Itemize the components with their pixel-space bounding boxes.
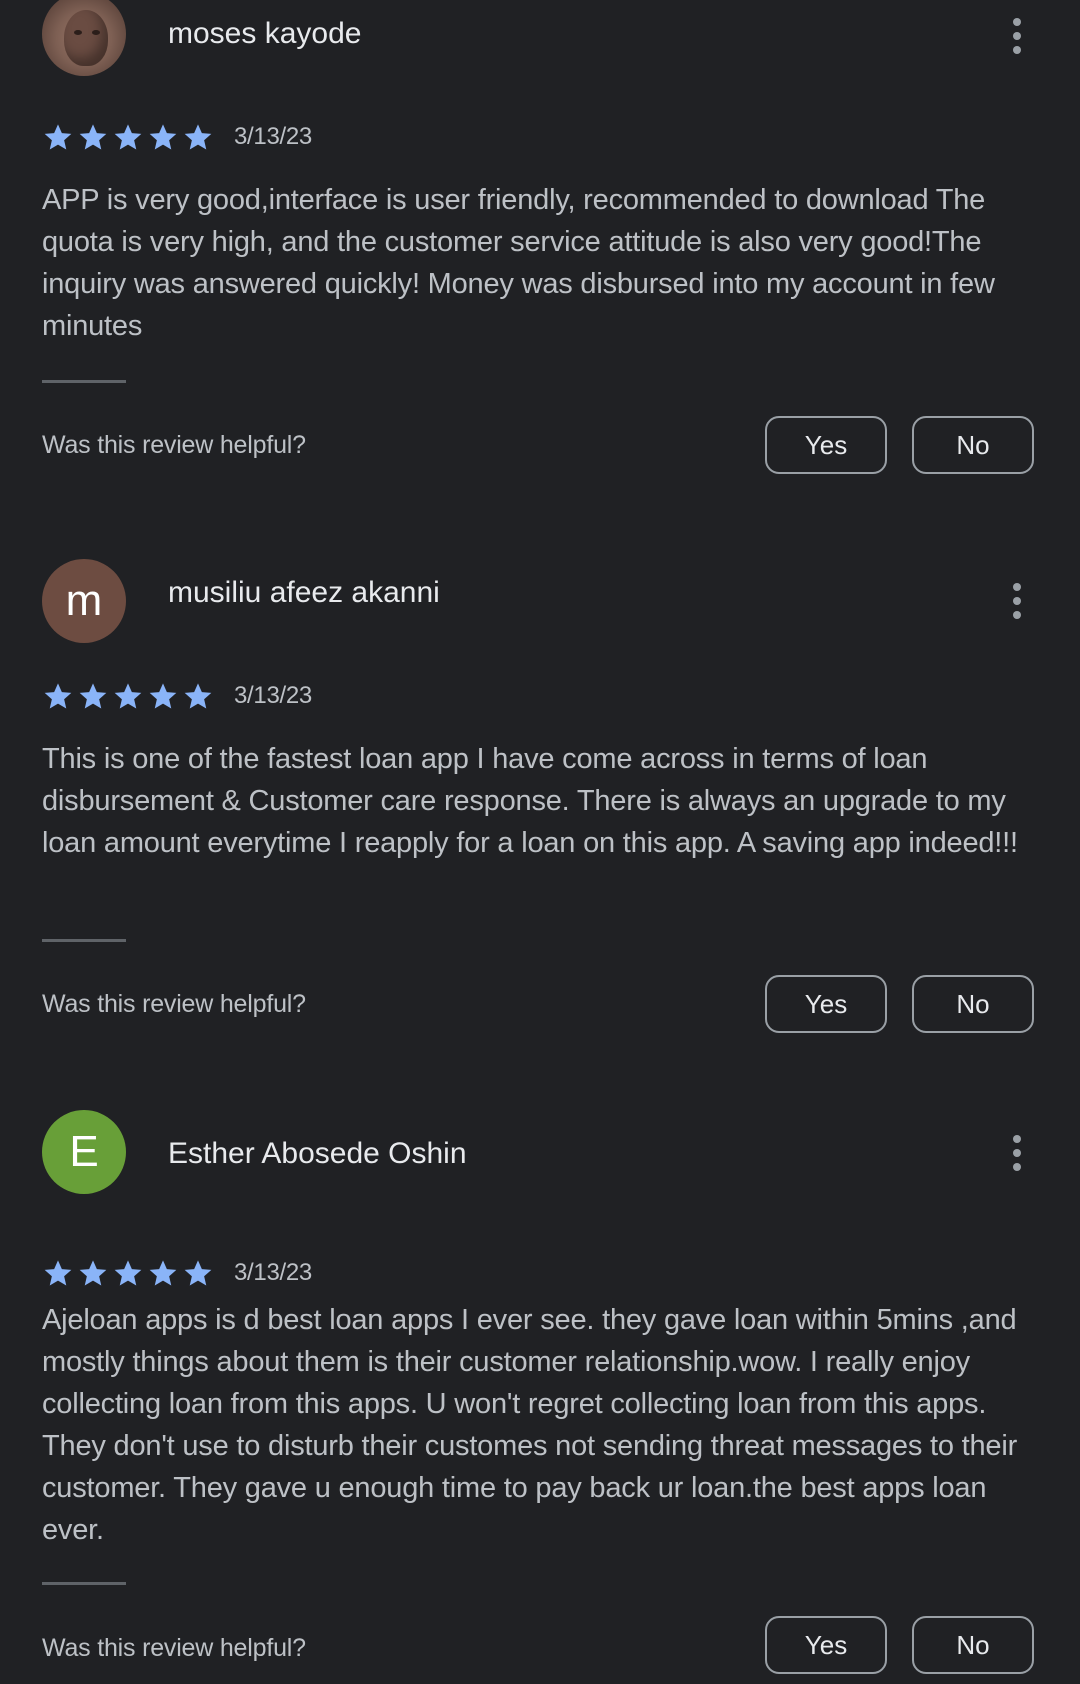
more-options-button[interactable]: [1000, 11, 1034, 61]
star-icon: [149, 124, 177, 150]
reviewer-name: moses kayode: [168, 17, 362, 50]
helpful-prompt: Was this review helpful?: [42, 431, 306, 459]
star-rating: [42, 680, 214, 712]
reviewer-avatar: [42, 0, 126, 76]
star-rating: [42, 121, 214, 153]
reviewer-avatar: E: [42, 1110, 126, 1194]
reviewer-avatar: m: [42, 559, 126, 643]
helpful-no-button[interactable]: No: [912, 975, 1034, 1033]
more-options-button[interactable]: [1000, 1128, 1034, 1178]
helpful-yes-button[interactable]: Yes: [765, 975, 887, 1033]
review-card: moses kayode 3/13/23 APP is very good,in…: [0, 0, 1080, 520]
review-date: 3/13/23: [234, 682, 312, 709]
more-options-button[interactable]: [1000, 576, 1034, 626]
more-vert-icon-dot: [1013, 1149, 1021, 1157]
review-text: This is one of the fastest loan app I ha…: [42, 743, 1018, 859]
review-card: E Esther Abosede Oshin 3/13/23 Ajeloan a…: [0, 1110, 1080, 1684]
helpful-yes-button[interactable]: Yes: [765, 416, 887, 474]
star-icon: [79, 683, 107, 709]
reviewer-name: musiliu afeez akanni: [168, 576, 440, 609]
more-vert-icon-dot: [1013, 597, 1021, 605]
helpful-no-button[interactable]: No: [912, 416, 1034, 474]
review-date: 3/13/23: [234, 123, 312, 150]
review-card: m musiliu afeez akanni 3/13/23 This is o…: [0, 559, 1080, 1079]
star-icon: [149, 683, 177, 709]
rating-row: 3/13/23: [42, 678, 312, 714]
star-icon: [114, 683, 142, 709]
more-vert-icon-dot: [1013, 611, 1021, 619]
avatar-photo-face: [64, 10, 108, 66]
star-icon: [44, 1260, 72, 1286]
review-date: 3/13/23: [234, 1259, 312, 1286]
star-icon: [44, 124, 72, 150]
divider: [42, 939, 126, 942]
avatar-photo-eye: [92, 30, 100, 35]
star-icon: [79, 124, 107, 150]
helpful-yes-button[interactable]: Yes: [765, 1616, 887, 1674]
star-icon: [114, 124, 142, 150]
divider: [42, 1582, 126, 1585]
rating-row: 3/13/23: [42, 119, 312, 155]
reviewer-name: Esther Abosede Oshin: [168, 1137, 467, 1170]
more-vert-icon: [1013, 18, 1021, 26]
helpful-no-button[interactable]: No: [912, 1616, 1034, 1674]
avatar-initial: E: [69, 1127, 99, 1176]
avatar-photo-eye: [74, 30, 82, 35]
star-icon: [184, 683, 212, 709]
more-vert-icon-dot: [1013, 46, 1021, 54]
review-text: Ajeloan apps is d best loan apps I ever …: [42, 1304, 1018, 1546]
avatar-initial: m: [65, 576, 103, 625]
helpful-prompt: Was this review helpful?: [42, 1634, 306, 1662]
star-icon: [79, 1260, 107, 1286]
divider: [42, 380, 126, 383]
review-text: APP is very good,interface is user frien…: [42, 184, 995, 342]
rating-row: 3/13/23: [42, 1255, 312, 1291]
star-icon: [149, 1260, 177, 1286]
more-vert-icon-dot: [1013, 32, 1021, 40]
more-vert-icon-dot: [1013, 1163, 1021, 1171]
star-rating: [42, 1257, 214, 1289]
star-icon: [44, 683, 72, 709]
star-icon: [114, 1260, 142, 1286]
star-icon: [184, 124, 212, 150]
helpful-prompt: Was this review helpful?: [42, 990, 306, 1018]
more-vert-icon: [1013, 1135, 1021, 1143]
more-vert-icon: [1013, 583, 1021, 591]
star-icon: [184, 1260, 212, 1286]
